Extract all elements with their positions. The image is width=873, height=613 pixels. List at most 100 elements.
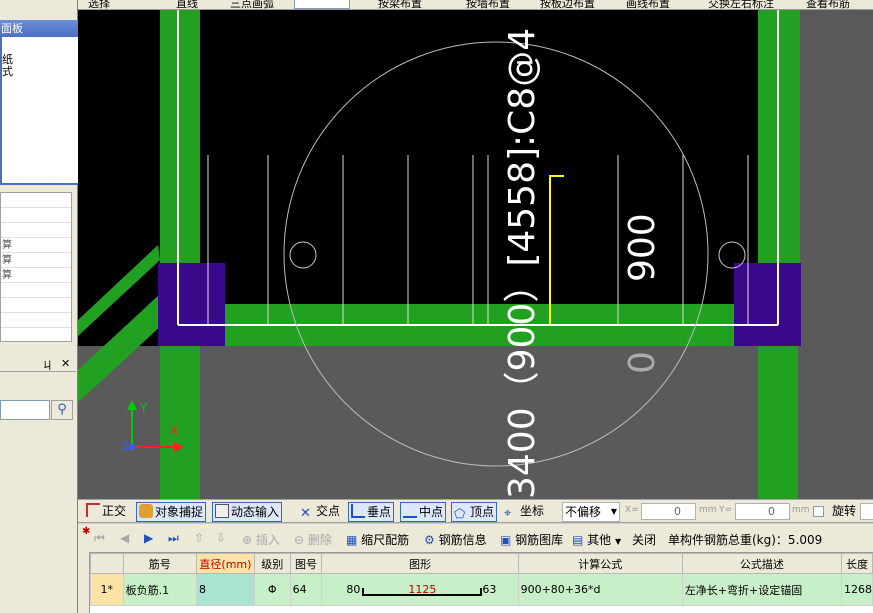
list-item[interactable] — [1, 298, 71, 313]
col-header-figure-no[interactable]: 图号 — [289, 553, 323, 574]
list-item[interactable] — [1, 283, 71, 298]
rotate-checkbox[interactable] — [813, 506, 824, 517]
panel-body: 纸 式 — [0, 37, 82, 185]
shape-right-length: 63 — [482, 583, 497, 596]
delete-button[interactable]: ⊖ 删除 — [294, 531, 332, 548]
app-window: 面板 纸 式 算 算 算 ㄐ ✕ ⚲ 选择 直线 三点画弧 按梁布置 按墙布置 — [0, 0, 873, 613]
line-button[interactable]: 直线 — [176, 0, 198, 9]
other-button[interactable]: ▤ 其他 ▼ — [572, 531, 621, 548]
cell-shape[interactable]: 80 1125 63 — [321, 573, 519, 606]
y-input[interactable]: 0 — [735, 503, 790, 520]
table-row[interactable]: 1* 板负筋.1 8 Φ 64 80 1125 63 900+80+36*d 左… — [90, 573, 873, 606]
row-number[interactable]: 1* — [90, 573, 124, 606]
cell-figure-no[interactable]: 64 — [289, 573, 323, 606]
next-icon[interactable]: ▶ — [144, 531, 153, 545]
panel-text-2: 式 — [2, 65, 13, 78]
shape-mid-length: 1125 — [408, 583, 437, 596]
offset-select[interactable]: 不偏移 ▼ — [562, 502, 620, 522]
list-item[interactable] — [1, 313, 71, 328]
property-list: 算 算 算 — [0, 192, 72, 342]
midpoint-button[interactable]: 中点 — [400, 502, 447, 522]
coordinate-button[interactable]: ⌖ 坐标 — [504, 502, 544, 522]
col-header-name[interactable]: 筋号 — [122, 553, 197, 574]
dynamic-input-button[interactable]: 动态输入 — [212, 502, 283, 522]
draw-line-button[interactable]: 画线布置 — [626, 0, 670, 9]
cell-formula[interactable]: 900+80+36*d — [517, 573, 683, 606]
right-wall-lower — [758, 346, 798, 499]
down-icon[interactable]: ⇩ — [216, 531, 226, 545]
top-toolbar: 选择 直线 三点画弧 按梁布置 按墙布置 按板边布置 画线布置 交换左右标注 查… — [78, 0, 873, 10]
col-header-diameter[interactable]: 直径(mm) — [195, 553, 255, 574]
y-label: Y= — [719, 505, 733, 515]
x-input[interactable]: 0 — [641, 503, 696, 520]
perpendicular-icon — [351, 504, 365, 518]
by-wall-button[interactable]: 按墙布置 — [466, 0, 510, 9]
delete-icon: ⊖ — [294, 533, 305, 547]
close-icon[interactable]: ✕ — [61, 357, 70, 370]
scale-rebar-button[interactable]: ▦ 缩尺配筋 — [346, 531, 409, 548]
chevron-down-icon: ▼ — [615, 537, 622, 546]
list-item[interactable]: 算 — [1, 268, 71, 283]
cell-diameter[interactable]: 8 — [195, 573, 255, 606]
view-rebar-button[interactable]: 查看布筋 — [806, 0, 850, 9]
rebar-label: 3400（900）[4558]:C8@4 — [502, 28, 543, 499]
last-icon[interactable]: ⏭ — [168, 531, 179, 546]
drawing-canvas[interactable]: 3400（900）[4558]:C8@4 900 0 Y X Z — [78, 10, 873, 499]
magnet-icon — [139, 504, 153, 518]
floor-area-right — [800, 10, 873, 346]
mode-select[interactable] — [294, 0, 350, 9]
col-header-grade[interactable]: 级别 — [253, 553, 291, 574]
vertex-button[interactable]: ⬠ 顶点 — [451, 502, 498, 522]
intersection-button[interactable]: ✕ 交点 — [300, 502, 340, 522]
rebar-info-button[interactable]: ⚙ 钢筋信息 — [424, 531, 487, 548]
rotate-input[interactable] — [860, 503, 873, 520]
ruler-icon: ▦ — [346, 533, 358, 547]
close-button[interactable]: 关闭 — [632, 531, 656, 548]
cell-grade[interactable]: Φ — [253, 573, 291, 606]
shape-left-length: 80 — [346, 583, 361, 596]
perpendicular-button[interactable]: 垂点 — [348, 502, 395, 522]
insert-button[interactable]: ⊕ 插入 — [242, 531, 280, 548]
list-item[interactable]: 算 — [1, 253, 71, 268]
z-axis-label: Z — [122, 440, 130, 453]
swap-labels-button[interactable]: 交换左右标注 — [708, 0, 774, 9]
col-header-length[interactable]: 长度 — [840, 553, 873, 574]
panel-titlebar: ㄐ ✕ — [0, 356, 76, 372]
col-header-description[interactable]: 公式描述 — [681, 553, 842, 574]
ortho-icon — [86, 503, 100, 517]
by-beam-button[interactable]: 按梁布置 — [378, 0, 422, 9]
prev-icon[interactable]: ◀ — [120, 531, 129, 545]
cell-length[interactable]: 1268 — [840, 573, 873, 606]
first-icon[interactable]: ⏮ — [94, 531, 105, 546]
chevron-down-icon: ▼ — [610, 507, 617, 516]
left-wall-lower — [160, 346, 200, 499]
pin-icon[interactable]: ㄐ — [42, 357, 53, 373]
pin-icon[interactable]: ✱ — [82, 526, 90, 537]
col-header-formula[interactable]: 计算公式 — [517, 553, 683, 574]
ortho-button[interactable]: 正交 — [86, 502, 126, 522]
x-axis-label: X — [170, 424, 178, 438]
library-icon: ▣ — [500, 533, 512, 547]
list-item[interactable] — [1, 223, 71, 238]
total-weight-label: 单构件钢筋总重(kg)：5.009 — [668, 533, 823, 547]
up-icon[interactable]: ⇧ — [194, 531, 204, 545]
list-item[interactable] — [1, 193, 71, 208]
other-icon: ▤ — [572, 533, 584, 547]
by-slab-edge-button[interactable]: 按板边布置 — [540, 0, 595, 9]
cell-description[interactable]: 左净长+弯折+设定锚固 — [681, 573, 842, 606]
snap-toolbar: 正交 对象捕捉 动态输入 ✕ 交点 垂点 中点 ⬠ 顶点 ⌖ 坐标 不偏移 ▼ X= 0… — [78, 499, 873, 523]
arc-button[interactable]: 三点画弧 — [230, 0, 274, 9]
select-button[interactable]: 选择 — [88, 0, 110, 9]
list-item[interactable]: 算 — [1, 238, 71, 253]
search-icon[interactable]: ⚲ — [51, 400, 73, 420]
rebar-library-button[interactable]: ▣ 钢筋图库 — [500, 531, 563, 548]
cell-name[interactable]: 板负筋.1 — [122, 573, 197, 606]
list-item[interactable] — [1, 208, 71, 223]
search-input[interactable] — [0, 400, 50, 420]
col-header-shape[interactable]: 图形 — [321, 553, 519, 574]
column-right — [734, 263, 801, 346]
pentagon-icon: ⬠ — [454, 507, 466, 522]
coordinate-icon: ⌖ — [504, 506, 512, 521]
midpoint-icon — [403, 510, 417, 518]
object-snap-button[interactable]: 对象捕捉 — [136, 502, 207, 522]
